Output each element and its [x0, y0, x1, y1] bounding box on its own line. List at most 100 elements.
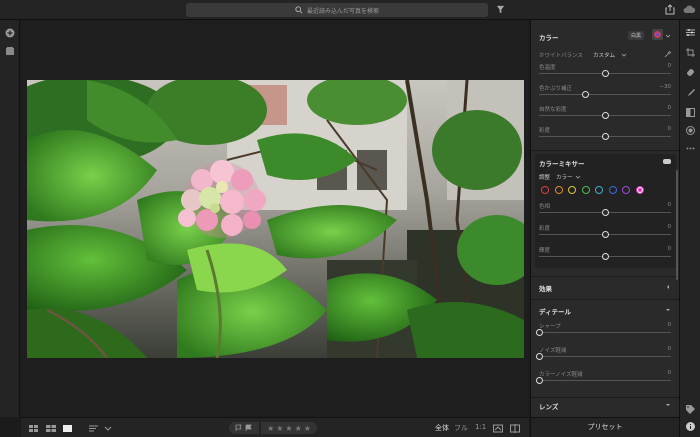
slider-label: シャープ — [539, 324, 561, 330]
slider-track[interactable] — [539, 253, 671, 260]
tag-icon[interactable] — [686, 405, 695, 414]
more-icon[interactable] — [686, 144, 695, 153]
color-mixer-title[interactable]: カラーミキサー — [539, 158, 585, 168]
top-bar: 最近読み込んだ写真を検索 — [0, 0, 700, 20]
color-swatch-button[interactable] — [652, 29, 663, 40]
slider-value[interactable]: 0 — [668, 105, 672, 111]
filter-icon[interactable] — [496, 5, 505, 14]
mixer-toggle[interactable] — [663, 159, 671, 164]
star-icon[interactable]: ★ — [276, 424, 283, 433]
chevron-down-icon[interactable] — [621, 52, 627, 58]
chevron-down-icon[interactable] — [665, 33, 671, 39]
star-icon[interactable]: ★ — [304, 424, 311, 433]
wb-select[interactable]: カスタム — [593, 51, 615, 59]
info-icon[interactable] — [686, 422, 695, 431]
color-mixer-swatch[interactable] — [595, 186, 603, 194]
effects-section-title[interactable]: 効果 — [539, 283, 552, 293]
edit-sliders-icon[interactable] — [686, 28, 695, 37]
adjust-select[interactable]: カラー — [556, 173, 573, 181]
slider-thumb[interactable] — [601, 133, 609, 140]
chevron-left-icon[interactable] — [665, 284, 671, 290]
library-icon[interactable] — [5, 46, 15, 56]
slider-thumb[interactable] — [601, 209, 609, 216]
single-view-icon[interactable] — [63, 423, 73, 433]
slider-thumb[interactable] — [601, 70, 609, 77]
slider-label: ノイズ軽減 — [539, 348, 567, 354]
detail-section-title[interactable]: ディテール — [539, 306, 571, 316]
color-mixer-swatch[interactable] — [541, 186, 549, 194]
slider-track[interactable] — [535, 377, 671, 384]
photo-canvas — [21, 20, 529, 417]
eyedropper-icon[interactable] — [664, 50, 672, 58]
slider-track[interactable] — [539, 91, 671, 98]
cloud-icon[interactable] — [683, 5, 696, 14]
brush-icon[interactable] — [686, 88, 695, 97]
presets-button[interactable]: プリセット — [530, 417, 679, 437]
slider-track[interactable] — [539, 231, 671, 238]
photo[interactable] — [27, 80, 524, 358]
chevron-down-icon[interactable] — [665, 307, 671, 313]
flag-icon[interactable] — [235, 424, 243, 432]
bw-button[interactable]: 白黒 — [628, 31, 645, 40]
sort-icon[interactable] — [89, 423, 99, 433]
chevron-down-icon[interactable] — [104, 423, 112, 433]
slider-value[interactable]: 0 — [668, 322, 672, 328]
slider-value[interactable]: 0 — [668, 370, 672, 376]
search-icon — [295, 6, 303, 14]
panel-scrollbar[interactable] — [676, 170, 678, 280]
share-icon[interactable] — [665, 4, 675, 15]
zoom-fit-button[interactable]: 全体 — [435, 423, 449, 433]
linear-gradient-icon[interactable] — [686, 108, 695, 117]
star-rating[interactable]: ★ ★ ★ ★ ★ — [261, 422, 317, 434]
color-mixer-swatch[interactable] — [608, 186, 617, 194]
crop-icon[interactable] — [686, 48, 695, 57]
compare-icon[interactable] — [493, 423, 503, 433]
color-mixer-swatch[interactable] — [554, 186, 563, 194]
slider-thumb[interactable] — [601, 253, 609, 260]
adjust-label: 調整 — [539, 175, 551, 181]
grid-small-icon[interactable] — [29, 423, 39, 433]
slider-value[interactable]: 0 — [668, 202, 672, 208]
slider-value[interactable]: 0 — [668, 126, 672, 132]
slider-thumb[interactable] — [601, 231, 609, 238]
bottom-bar: ★ ★ ★ ★ ★ 全体 フル 1:1 — [21, 417, 529, 437]
zoom-fill-button[interactable]: フル — [454, 423, 468, 433]
slider-thumb[interactable] — [535, 353, 543, 360]
slider-track[interactable] — [535, 353, 671, 360]
slider-value[interactable]: 0 — [668, 224, 672, 230]
radial-gradient-icon[interactable] — [686, 126, 695, 135]
slider-track[interactable] — [539, 112, 671, 119]
slider-track[interactable] — [539, 70, 671, 77]
slider-thumb[interactable] — [535, 377, 543, 384]
color-mixer-swatch[interactable] — [568, 186, 576, 194]
slider-value[interactable]: 0 — [668, 246, 672, 252]
slider-thumb[interactable] — [535, 329, 543, 336]
slider-track[interactable] — [539, 209, 671, 216]
slider-value[interactable]: 0 — [668, 63, 672, 69]
color-section-title[interactable]: カラー — [539, 32, 559, 42]
slider-value[interactable]: −30 — [659, 84, 671, 90]
search-input[interactable]: 最近読み込んだ写真を検索 — [186, 3, 488, 17]
lens-section-title[interactable]: レンズ — [539, 401, 558, 411]
zoom-1to1-button[interactable]: 1:1 — [475, 423, 486, 431]
color-mixer-swatch[interactable] — [635, 186, 644, 194]
slider-thumb[interactable] — [601, 112, 609, 119]
slider-value[interactable]: 0 — [668, 346, 672, 352]
star-icon[interactable]: ★ — [285, 424, 292, 433]
reject-flag-icon[interactable] — [245, 424, 253, 432]
grid-large-icon[interactable] — [46, 423, 56, 433]
slider-track[interactable] — [539, 133, 671, 140]
slider-thumb[interactable] — [581, 91, 589, 98]
split-view-icon[interactable] — [510, 423, 520, 433]
healing-brush-icon[interactable] — [686, 68, 695, 77]
chevron-down-icon[interactable] — [665, 402, 671, 408]
slider-track[interactable] — [535, 329, 671, 336]
search-placeholder: 最近読み込んだ写真を検索 — [306, 7, 379, 15]
color-mixer-swatch[interactable] — [581, 186, 590, 194]
star-icon[interactable]: ★ — [267, 424, 274, 433]
star-icon[interactable]: ★ — [295, 424, 302, 433]
chevron-down-icon[interactable] — [575, 174, 581, 180]
slider-label: カラーノイズ軽減 — [539, 372, 583, 378]
add-photo-icon[interactable] — [5, 28, 15, 38]
color-mixer-swatch[interactable] — [622, 186, 630, 194]
